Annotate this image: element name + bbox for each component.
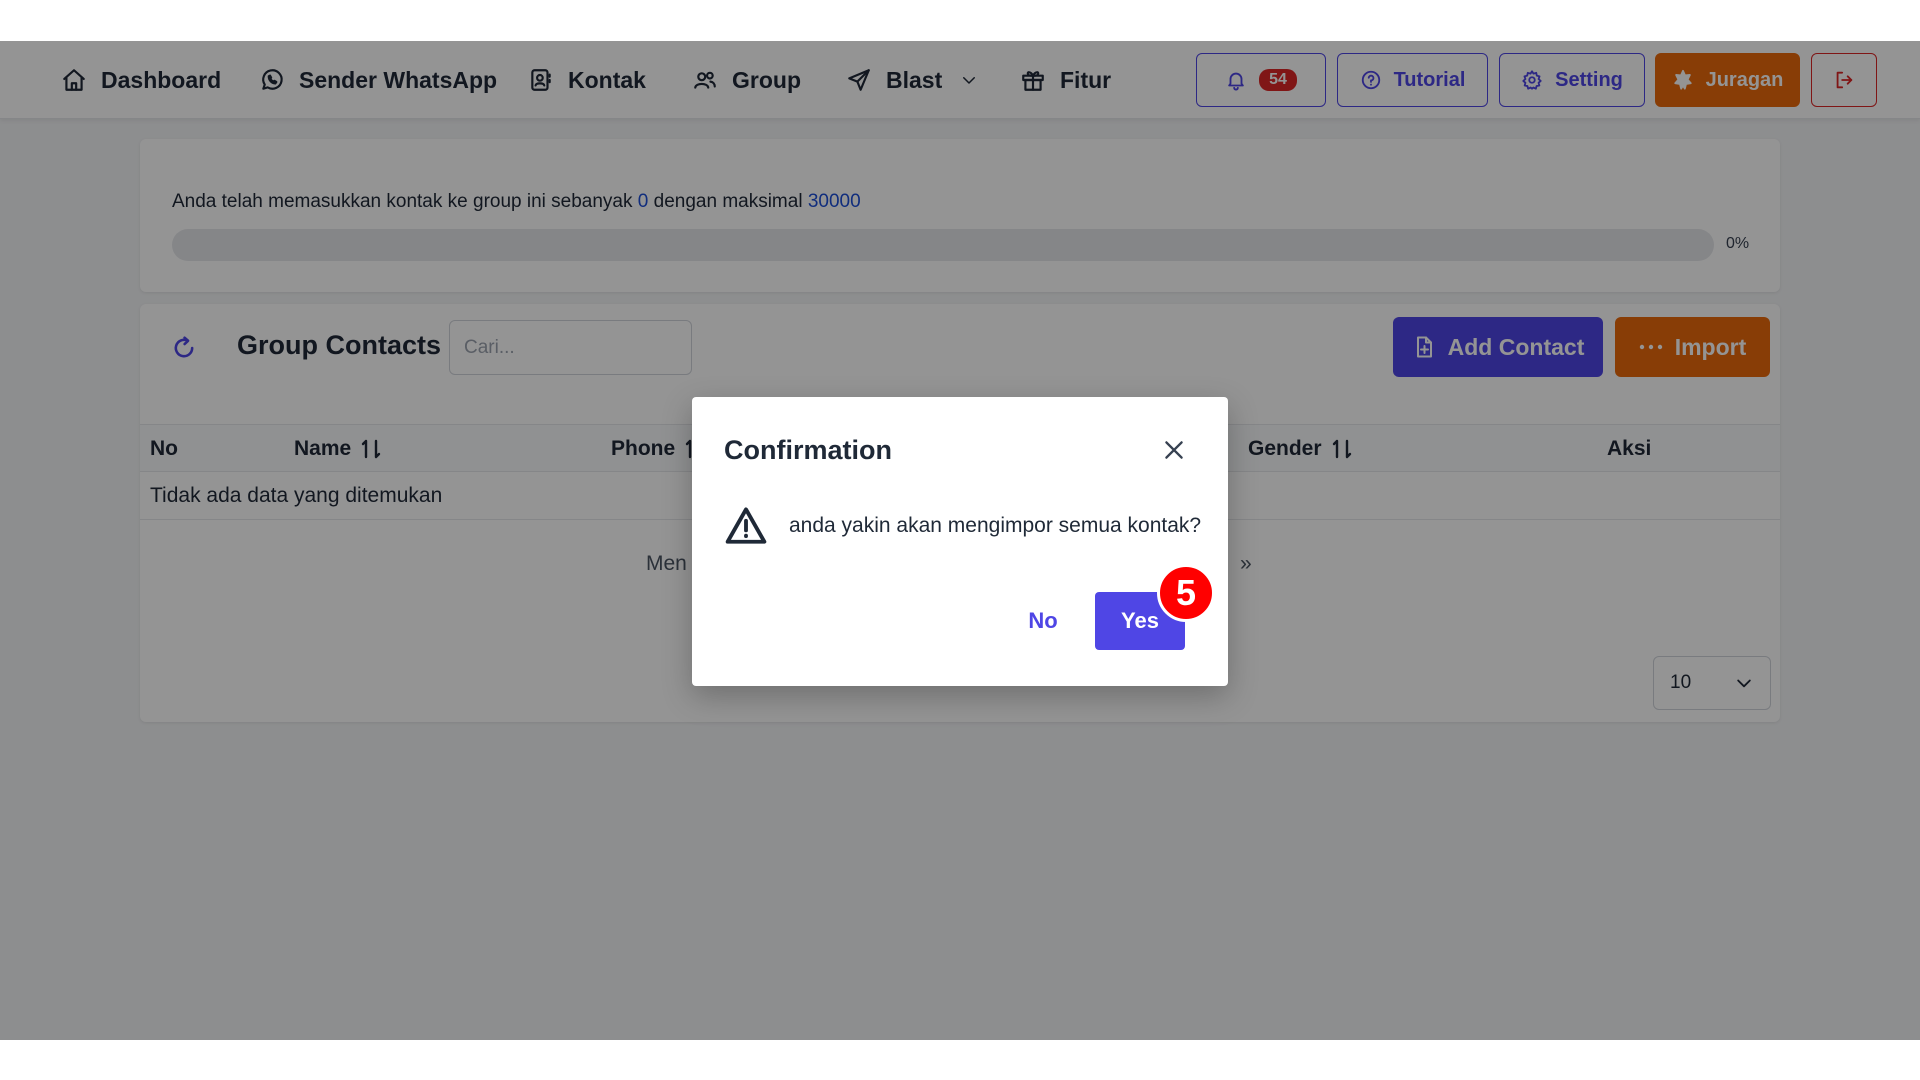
app: Dashboard Sender WhatsApp Kontak Group B…: [0, 41, 1920, 1040]
warning-icon: [725, 507, 767, 544]
confirmation-dialog: Confirmation anda yakin akan mengimpor s…: [692, 397, 1228, 686]
step-number-badge: 5: [1157, 564, 1215, 622]
screenshot-stage: Dashboard Sender WhatsApp Kontak Group B…: [0, 0, 1920, 1080]
close-icon[interactable]: [1161, 437, 1187, 463]
dialog-title: Confirmation: [724, 435, 892, 465]
dialog-message: anda yakin akan mengimpor semua kontak?: [789, 514, 1202, 537]
no-button[interactable]: No: [1014, 592, 1072, 650]
